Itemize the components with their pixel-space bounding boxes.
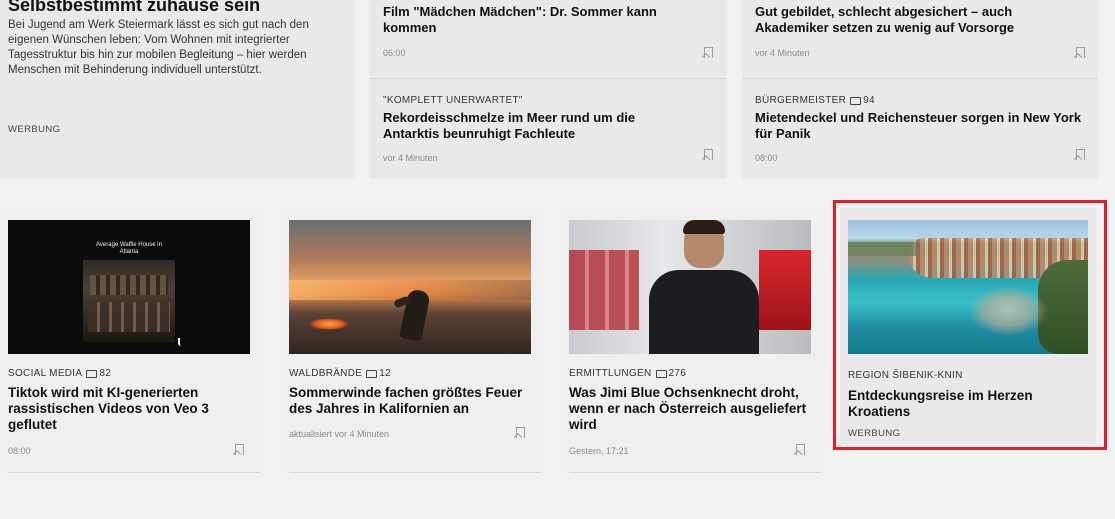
comment-count[interactable]: 276 [655,368,687,379]
article-card-wildfire[interactable]: WALDBRÄNDE 12 Sommerwinde fachen größtes… [281,208,543,472]
comment-count[interactable]: 12 [366,368,391,379]
article-card-top-3a[interactable]: Gut gebildet, schlecht abgesichert – auc… [742,0,1098,78]
promo-text: Bei Jugend am Werk Steiermark lässt es s… [8,19,309,76]
promo-card-left[interactable]: Selbstbestimmt zuhause sein Bei Jugend a… [0,0,355,178]
comment-number: 82 [99,368,112,379]
kicker-label: WALDBRÄNDE [289,368,363,379]
article-kicker: "KOMPLETT UNERWARTET" [383,95,523,106]
tiktok-logo-icon [178,338,184,346]
kicker-label: ERMITTLUNGEN [569,368,652,379]
kicker-label: SOCIAL MEDIA [8,368,83,379]
bookmark-icon[interactable] [1076,47,1085,58]
article-title: Tiktok wird mit KI-generierten rassistis… [8,385,209,432]
article-title: Film "Mädchen Mädchen": Dr. Sommer kann … [383,4,657,35]
article-image[interactable] [289,220,531,354]
article-kicker: ERMITTLUNGEN 276 [569,368,686,379]
kicker-label: BÜRGERMEISTER [755,95,847,106]
bookmark-icon[interactable] [516,427,525,438]
divider [8,472,260,473]
comment-count[interactable]: 82 [86,368,111,379]
divider [289,472,541,473]
article-kicker: BÜRGERMEISTER 94 [755,95,875,106]
article-title: Was Jimi Blue Ochsenknecht droht, wenn e… [569,385,807,432]
article-card-tiktok[interactable]: Average Waffle House in Atlanta SOCIAL M… [0,208,262,472]
image-caption-text: Average Waffle House in Atlanta [96,242,162,255]
comment-number: 94 [863,95,875,106]
bookmark-icon[interactable] [704,149,713,160]
comment-number: 276 [668,368,687,379]
bookmark-icon[interactable] [1076,149,1085,160]
bookmark-icon[interactable] [235,444,244,455]
article-title: Gut gebildet, schlecht abgesichert – auc… [755,4,1015,35]
article-card-top-2b[interactable]: "KOMPLETT UNERWARTET" Rekordeisschmelze … [370,79,726,179]
article-kicker: WALDBRÄNDE 12 [289,368,391,379]
article-time: aktualisiert vor 4 Minuten [289,429,390,439]
article-title: Rekordeisschmelze im Meer rund um die An… [383,110,636,141]
divider [569,472,821,473]
article-time: 06:00 [383,48,406,58]
comment-icon [366,369,378,378]
highlight-box [833,200,1107,450]
article-image[interactable]: Average Waffle House in Atlanta [8,220,250,354]
comment-count[interactable]: 94 [850,95,875,106]
comment-icon [655,369,667,378]
article-title: Sommerwinde fachen größtes Feuer des Jah… [289,385,523,416]
article-time: 08:00 [755,153,778,163]
bookmark-icon[interactable] [796,444,805,455]
bookmark-icon[interactable] [704,47,713,58]
article-card-top-2a[interactable]: Film "Mädchen Mädchen": Dr. Sommer kann … [370,0,726,78]
promo-ad-label: WERBUNG [8,124,61,135]
article-time: vor 4 Minuten [755,48,810,58]
comment-icon [86,369,98,378]
article-card-top-3b[interactable]: BÜRGERMEISTER 94 Mietendeckel und Reiche… [742,79,1098,179]
comment-icon [850,96,862,105]
promo-title: Selbstbestimmt zuhause sein [8,0,261,15]
article-time: vor 4 Minuten [383,153,438,163]
article-time: Gestern, 17:21 [569,446,629,456]
article-kicker: SOCIAL MEDIA 82 [8,368,111,379]
article-title: Mietendeckel und Reichensteuer sorgen in… [755,110,1082,141]
article-time: 08:00 [8,446,31,456]
article-image[interactable] [569,220,811,354]
comment-number: 12 [379,368,391,379]
article-card-ochsenknecht[interactable]: ERMITTLUNGEN 276 Was Jimi Blue Ochsenkne… [561,208,823,472]
